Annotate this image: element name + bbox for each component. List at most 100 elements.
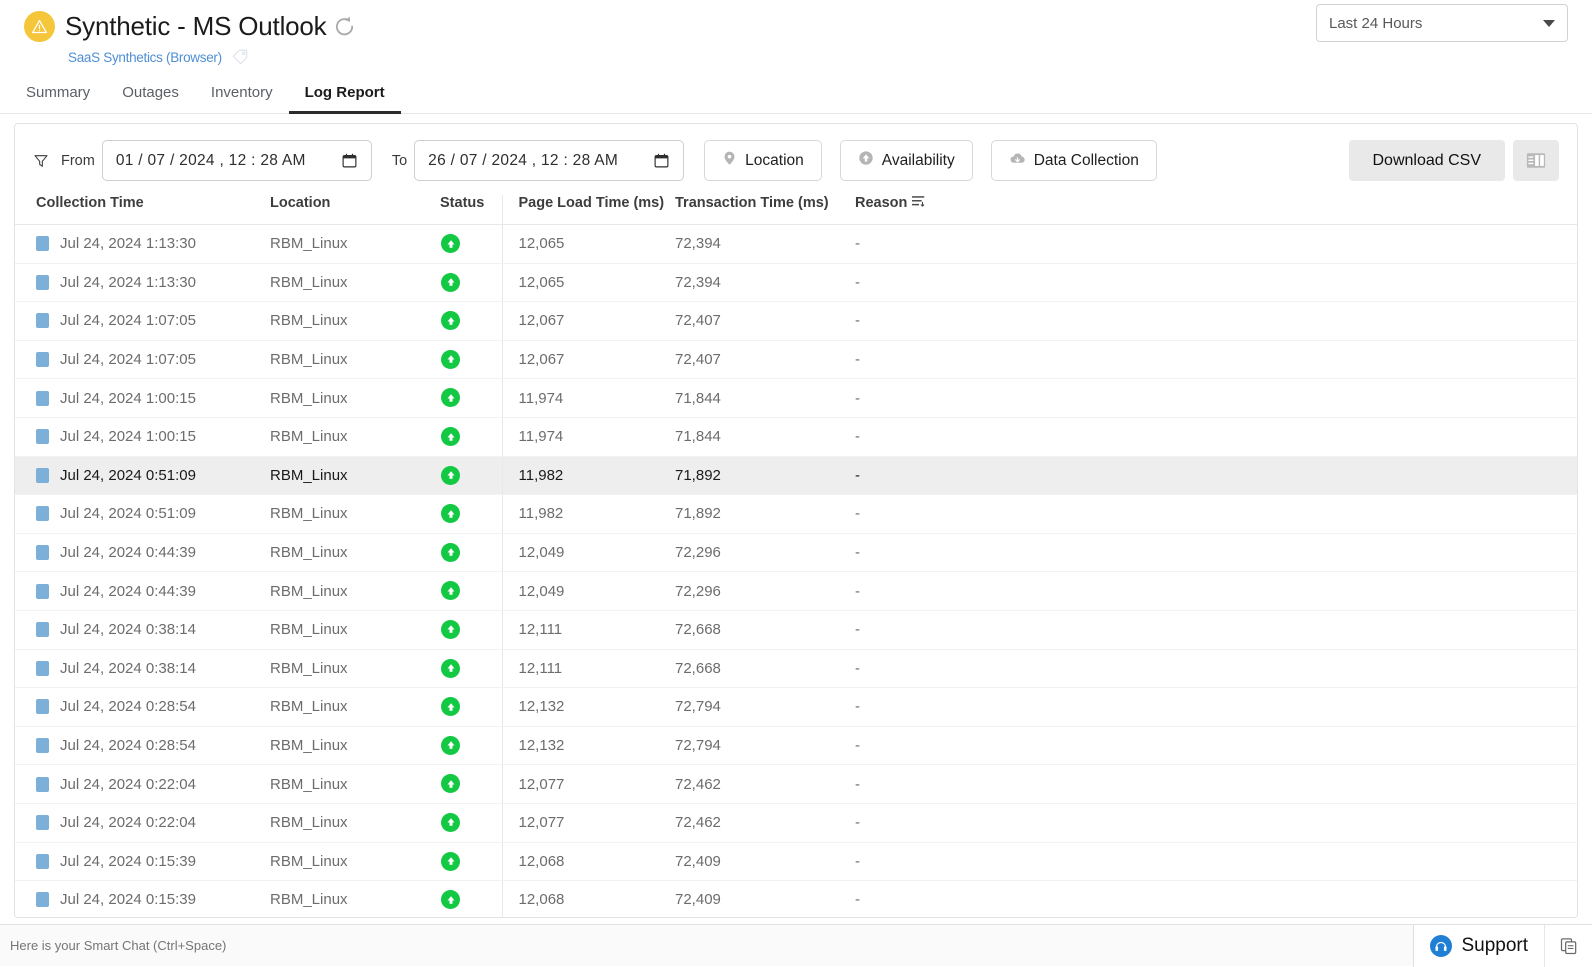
status-up-icon: [441, 427, 460, 446]
table-row[interactable]: Jul 24, 2024 0:28:54RBM_Linux12,13272,79…: [15, 726, 1577, 765]
table-row[interactable]: Jul 24, 2024 0:22:04RBM_Linux12,07772,46…: [15, 765, 1577, 804]
cell-page-load-time: 12,067: [502, 302, 675, 341]
support-button[interactable]: Support: [1414, 925, 1544, 967]
tab-log-report[interactable]: Log Report: [289, 84, 401, 114]
to-label: To: [392, 153, 407, 169]
cell-page-load-time: 12,068: [502, 842, 675, 881]
cell-collection-time: Jul 24, 2024 0:38:14: [15, 649, 270, 688]
time-range-select[interactable]: Last 24 Hours: [1316, 4, 1568, 42]
cell-collection-time: Jul 24, 2024 1:00:15: [15, 379, 270, 418]
table-row[interactable]: Jul 24, 2024 0:51:09RBM_Linux11,98271,89…: [15, 456, 1577, 495]
row-marker-icon: [36, 545, 49, 560]
smart-chat-input[interactable]: [10, 925, 1413, 966]
calendar-icon[interactable]: [341, 152, 358, 169]
to-date-value: 26 / 07 / 2024 , 12 : 28 AM: [428, 152, 618, 170]
tab-summary[interactable]: Summary: [24, 84, 106, 114]
table-row[interactable]: Jul 24, 2024 0:28:54RBM_Linux12,13272,79…: [15, 688, 1577, 727]
log-table-scroll[interactable]: Collection Time Location Status Page Loa…: [15, 195, 1577, 917]
support-box: Support: [1413, 925, 1592, 967]
table-row[interactable]: Jul 24, 2024 1:13:30RBM_Linux12,06572,39…: [15, 263, 1577, 302]
cell-transaction-time: 72,394: [675, 263, 855, 302]
table-columns-icon[interactable]: [1513, 140, 1559, 181]
cell-collection-time: Jul 24, 2024 1:07:05: [15, 302, 270, 341]
column-header-page-load-time[interactable]: Page Load Time (ms): [502, 195, 675, 225]
status-up-icon: [441, 581, 460, 600]
location-filter-button[interactable]: Location: [704, 140, 822, 181]
table-row[interactable]: Jul 24, 2024 1:07:05RBM_Linux12,06772,40…: [15, 340, 1577, 379]
cell-page-load-time: 12,132: [502, 726, 675, 765]
table-row[interactable]: Jul 24, 2024 0:44:39RBM_Linux12,04972,29…: [15, 533, 1577, 572]
column-header-transaction-time[interactable]: Transaction Time (ms): [675, 195, 855, 225]
refresh-icon[interactable]: [333, 15, 356, 38]
column-header-collection-time[interactable]: Collection Time: [15, 195, 270, 225]
cell-page-load-time: 11,982: [502, 495, 675, 534]
row-marker-icon: [36, 313, 49, 328]
copy-documents-icon[interactable]: [1544, 925, 1592, 967]
status-up-icon: [441, 620, 460, 639]
table-row[interactable]: Jul 24, 2024 0:15:39RBM_Linux12,06872,40…: [15, 842, 1577, 881]
data-collection-filter-button[interactable]: Data Collection: [991, 140, 1157, 181]
cell-reason: -: [855, 379, 1577, 418]
download-csv-button[interactable]: Download CSV: [1349, 140, 1506, 181]
collection-time-text: Jul 24, 2024 1:00:15: [60, 428, 196, 445]
table-body: Jul 24, 2024 1:13:30RBM_Linux12,06572,39…: [15, 225, 1577, 918]
cell-collection-time: Jul 24, 2024 0:15:39: [15, 842, 270, 881]
tab-inventory[interactable]: Inventory: [195, 84, 289, 114]
cell-collection-time: Jul 24, 2024 0:38:14: [15, 610, 270, 649]
row-marker-icon: [36, 429, 49, 444]
column-header-location[interactable]: Location: [270, 195, 440, 225]
collection-time-text: Jul 24, 2024 1:13:30: [60, 235, 196, 252]
cell-transaction-time: 71,892: [675, 456, 855, 495]
column-header-reason[interactable]: Reason: [855, 195, 1577, 225]
column-header-status[interactable]: Status: [440, 195, 502, 225]
cell-reason: -: [855, 803, 1577, 842]
status-up-icon: [441, 736, 460, 755]
tab-bar: Summary Outages Inventory Log Report: [0, 84, 1592, 114]
table-row[interactable]: Jul 24, 2024 0:44:39RBM_Linux12,04972,29…: [15, 572, 1577, 611]
table-row[interactable]: Jul 24, 2024 0:22:04RBM_Linux12,07772,46…: [15, 803, 1577, 842]
cell-location: RBM_Linux: [270, 456, 440, 495]
cell-reason: -: [855, 649, 1577, 688]
cell-transaction-time: 72,409: [675, 842, 855, 881]
saas-synthetics-link[interactable]: SaaS Synthetics (Browser): [68, 50, 222, 65]
table-row[interactable]: Jul 24, 2024 0:51:09RBM_Linux11,98271,89…: [15, 495, 1577, 534]
status-up-icon: [441, 774, 460, 793]
cell-status: [440, 842, 502, 881]
sort-filter-icon[interactable]: [912, 195, 926, 211]
cell-location: RBM_Linux: [270, 610, 440, 649]
page-title: Synthetic - MS Outlook: [65, 11, 326, 42]
cell-reason: -: [855, 456, 1577, 495]
calendar-icon[interactable]: [653, 152, 670, 169]
tab-outages[interactable]: Outages: [106, 84, 195, 114]
table-row[interactable]: Jul 24, 2024 0:38:14RBM_Linux12,11172,66…: [15, 610, 1577, 649]
table-row[interactable]: Jul 24, 2024 0:15:39RBM_Linux12,06872,40…: [15, 881, 1577, 917]
cell-collection-time: Jul 24, 2024 0:22:04: [15, 803, 270, 842]
subtitle-row: SaaS Synthetics (Browser): [0, 46, 1592, 68]
row-marker-icon: [36, 892, 49, 907]
cell-status: [440, 456, 502, 495]
table-row[interactable]: Jul 24, 2024 1:07:05RBM_Linux12,06772,40…: [15, 302, 1577, 341]
cell-status: [440, 572, 502, 611]
cell-transaction-time: 71,844: [675, 379, 855, 418]
cell-location: RBM_Linux: [270, 803, 440, 842]
cell-status: [440, 225, 502, 264]
time-range-value: Last 24 Hours: [1329, 15, 1543, 32]
collection-time-text: Jul 24, 2024 0:38:14: [60, 621, 196, 638]
filter-icon[interactable]: [33, 153, 49, 169]
cell-status: [440, 765, 502, 804]
table-row[interactable]: Jul 24, 2024 0:38:14RBM_Linux12,11172,66…: [15, 649, 1577, 688]
cell-transaction-time: 72,668: [675, 649, 855, 688]
table-row[interactable]: Jul 24, 2024 1:13:30RBM_Linux12,06572,39…: [15, 225, 1577, 264]
status-up-icon: [441, 852, 460, 871]
from-date-value: 01 / 07 / 2024 , 12 : 28 AM: [116, 152, 306, 170]
cell-location: RBM_Linux: [270, 225, 440, 264]
table-row[interactable]: Jul 24, 2024 1:00:15RBM_Linux11,97471,84…: [15, 379, 1577, 418]
to-date-input[interactable]: 26 / 07 / 2024 , 12 : 28 AM: [414, 140, 684, 181]
collection-time-text: Jul 24, 2024 0:22:04: [60, 814, 196, 831]
availability-filter-button[interactable]: Availability: [840, 140, 973, 181]
cell-reason: -: [855, 302, 1577, 341]
table-row[interactable]: Jul 24, 2024 1:00:15RBM_Linux11,97471,84…: [15, 417, 1577, 456]
cell-location: RBM_Linux: [270, 726, 440, 765]
from-date-input[interactable]: 01 / 07 / 2024 , 12 : 28 AM: [102, 140, 372, 181]
cell-page-load-time: 12,049: [502, 533, 675, 572]
